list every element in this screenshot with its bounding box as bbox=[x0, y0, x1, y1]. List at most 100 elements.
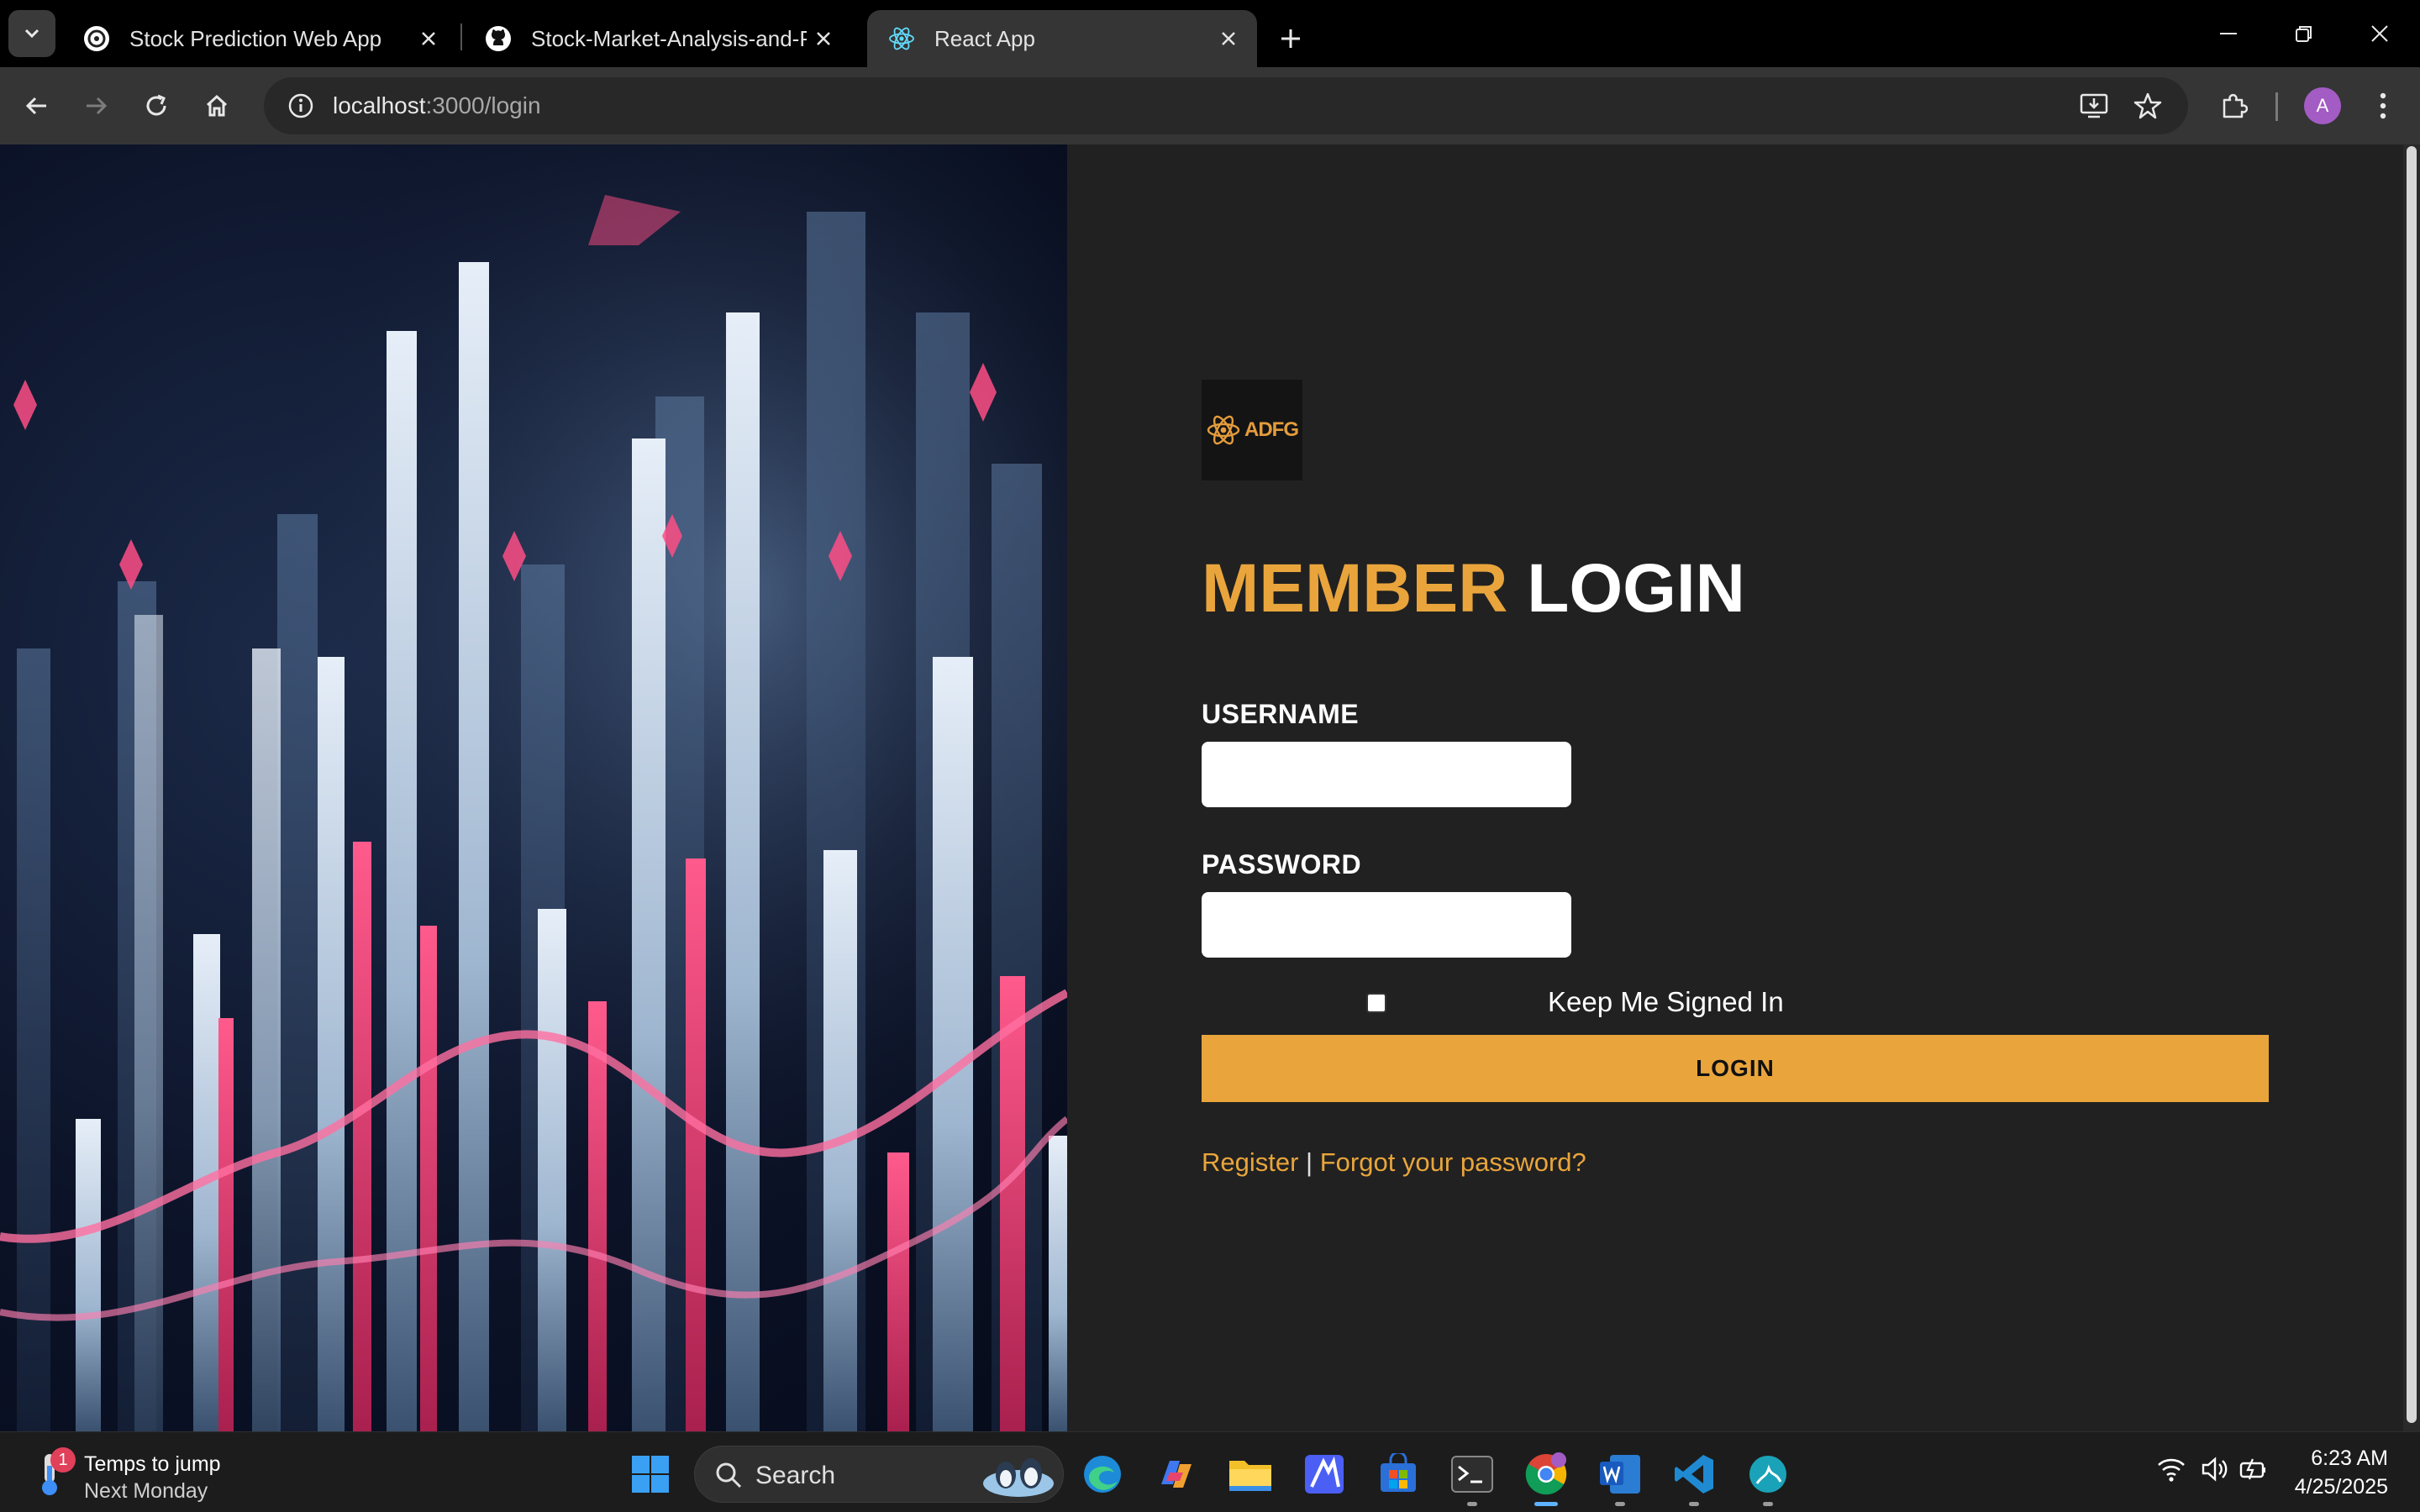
minimize-button[interactable] bbox=[2195, 8, 2262, 59]
tab-title: Stock Prediction Web App bbox=[129, 25, 382, 51]
tab-title: Stock-Market-Analysis-and-Pre bbox=[531, 25, 807, 51]
username-input[interactable] bbox=[1202, 742, 1571, 807]
taskbar-search[interactable]: Search bbox=[694, 1446, 1064, 1503]
register-link[interactable]: Register bbox=[1202, 1147, 1298, 1177]
running-indicator bbox=[1467, 1502, 1477, 1506]
word-icon[interactable] bbox=[1593, 1447, 1647, 1506]
chevron-down-icon bbox=[24, 29, 39, 39]
minimize-icon bbox=[2220, 33, 2237, 34]
hero-illustration bbox=[0, 144, 1067, 1431]
system-clock[interactable]: 6:23 AM 4/25/2025 bbox=[2295, 1444, 2388, 1501]
copilot-icon[interactable] bbox=[1150, 1447, 1203, 1501]
chrome-icon[interactable] bbox=[1519, 1447, 1573, 1506]
install-app-button[interactable] bbox=[2069, 81, 2119, 131]
bookmark-button[interactable] bbox=[2123, 81, 2173, 131]
reload-icon bbox=[146, 94, 166, 116]
scrollbar-thumb[interactable] bbox=[2407, 146, 2417, 1423]
password-input[interactable] bbox=[1202, 892, 1571, 958]
home-icon bbox=[206, 94, 228, 117]
search-icon bbox=[716, 1462, 742, 1488]
terminal-icon[interactable] bbox=[1445, 1447, 1499, 1506]
vscode-icon[interactable] bbox=[1667, 1447, 1721, 1506]
running-indicator bbox=[1615, 1502, 1625, 1506]
volume-icon[interactable] bbox=[2200, 1454, 2230, 1488]
brand-logo: ADFG bbox=[1202, 380, 1302, 480]
weather-subline: Next Monday bbox=[84, 1479, 208, 1503]
new-tab-button[interactable] bbox=[1267, 15, 1314, 62]
page-title: MEMBER LOGIN bbox=[1202, 554, 2269, 623]
home-button[interactable] bbox=[192, 81, 242, 131]
remember-me-checkbox[interactable] bbox=[1366, 993, 1386, 1013]
browser-toolbar: localhost:3000/login A bbox=[0, 67, 2420, 144]
extensions-button[interactable] bbox=[2208, 81, 2259, 131]
atom-logo-icon bbox=[1207, 415, 1240, 445]
puzzle-icon bbox=[2223, 93, 2248, 118]
page-viewport: ADFG MEMBER LOGIN USERNAME PASSWORD Keep… bbox=[0, 144, 2420, 1431]
wifi-icon[interactable] bbox=[2156, 1454, 2186, 1488]
close-tab-icon[interactable] bbox=[1212, 22, 1245, 55]
url-host: localhost bbox=[333, 92, 426, 118]
star-icon bbox=[2133, 92, 2162, 119]
microsoft-store-icon[interactable] bbox=[1371, 1447, 1425, 1501]
running-indicator bbox=[1689, 1502, 1699, 1506]
tab-react-app[interactable]: React App bbox=[867, 10, 1257, 67]
install-icon bbox=[2080, 93, 2108, 118]
remember-me-label[interactable]: Keep Me Signed In bbox=[1548, 986, 1784, 1018]
close-tab-icon[interactable] bbox=[807, 22, 840, 55]
site-info-icon[interactable] bbox=[281, 86, 321, 126]
close-window-button[interactable] bbox=[2346, 8, 2413, 59]
back-button[interactable] bbox=[12, 81, 62, 131]
tab-github[interactable]: Stock-Market-Analysis-and-Pre bbox=[464, 10, 852, 67]
screen: Stock Prediction Web App Stock-Market-An… bbox=[0, 0, 2420, 1512]
weather-widget[interactable]: 1 Temps to jump Next Monday bbox=[29, 1444, 247, 1503]
remember-me-row: Keep Me Signed In bbox=[1202, 983, 2269, 1023]
reload-button[interactable] bbox=[131, 81, 182, 131]
logo-text: ADFG bbox=[1244, 418, 1299, 441]
link-separator: | bbox=[1298, 1147, 1320, 1177]
react-icon bbox=[889, 27, 914, 50]
login-form: ADFG MEMBER LOGIN USERNAME PASSWORD Keep… bbox=[1202, 380, 2269, 1178]
restore-button[interactable] bbox=[2270, 8, 2338, 59]
search-highlight-icon bbox=[983, 1458, 1054, 1497]
tab-separator bbox=[460, 24, 462, 50]
forward-button[interactable] bbox=[71, 81, 121, 131]
edge-icon[interactable] bbox=[1076, 1447, 1129, 1501]
app-icon[interactable] bbox=[1297, 1447, 1351, 1501]
search-label: Search bbox=[755, 1462, 836, 1489]
file-explorer-icon[interactable] bbox=[1223, 1447, 1277, 1501]
tab-search-button[interactable] bbox=[8, 10, 55, 57]
windows-start-icon[interactable] bbox=[623, 1447, 677, 1501]
plus-icon bbox=[1281, 29, 1300, 48]
login-button[interactable]: LOGIN bbox=[1202, 1035, 2269, 1102]
tab-stock-prediction[interactable]: Stock Prediction Web App bbox=[62, 10, 457, 67]
running-indicator bbox=[1763, 1502, 1773, 1506]
clock-time: 6:23 AM bbox=[2311, 1446, 2388, 1470]
weather-headline: Temps to jump bbox=[84, 1452, 221, 1476]
address-bar[interactable]: localhost:3000/login bbox=[264, 77, 2188, 134]
chatgpt-icon bbox=[84, 26, 109, 51]
title-word-member: MEMBER bbox=[1202, 550, 1508, 627]
battery-icon[interactable] bbox=[2238, 1454, 2269, 1488]
forgot-password-link[interactable]: Forgot your password? bbox=[1320, 1147, 1586, 1177]
forward-arrow-icon bbox=[87, 97, 108, 115]
profile-avatar[interactable]: A bbox=[2304, 87, 2341, 124]
app-icon[interactable] bbox=[1741, 1447, 1795, 1506]
password-label: PASSWORD bbox=[1202, 849, 1362, 879]
restore-icon bbox=[2296, 26, 2312, 42]
tab-title: React App bbox=[934, 25, 1035, 51]
menu-button[interactable] bbox=[2358, 81, 2408, 131]
toolbar-divider bbox=[2275, 92, 2278, 121]
browser-tab-bar: Stock Prediction Web App Stock-Market-An… bbox=[0, 0, 2420, 67]
close-tab-icon[interactable] bbox=[412, 22, 445, 55]
kebab-menu-icon bbox=[2380, 92, 2386, 119]
clock-date: 4/25/2025 bbox=[2294, 1475, 2388, 1499]
github-icon bbox=[486, 26, 511, 51]
auth-links: Register | Forgot your password? bbox=[1202, 1147, 2269, 1178]
taskbar: 1 Temps to jump Next Monday Search 6:23 … bbox=[0, 1431, 2420, 1512]
stock-chart-hero-image bbox=[0, 144, 1067, 1431]
back-arrow-icon bbox=[25, 97, 46, 115]
url-text: localhost:3000/login bbox=[333, 92, 541, 119]
title-word-login: LOGIN bbox=[1527, 550, 1745, 627]
notification-badge: 1 bbox=[50, 1447, 76, 1473]
close-icon bbox=[2371, 25, 2388, 42]
